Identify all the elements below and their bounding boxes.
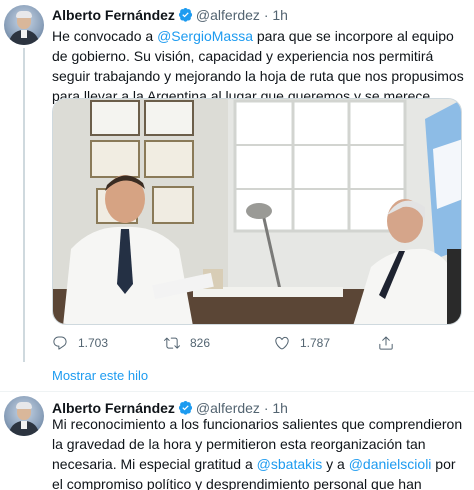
mention-link[interactable]: @SergioMassa [157, 28, 253, 44]
like-count: 1.787 [300, 336, 331, 350]
share-button[interactable] [378, 333, 404, 353]
heart-icon [275, 336, 289, 350]
thread-connector-line [23, 48, 25, 362]
reply-count: 1.703 [78, 336, 109, 350]
office-meeting-photo [53, 99, 461, 324]
reply-button[interactable]: 1.703 [52, 333, 108, 353]
avatar[interactable] [4, 5, 44, 45]
mention-link[interactable]: @sbatakis [257, 456, 323, 472]
retweet-button[interactable]: 826 [164, 333, 210, 353]
tweet-text: Mi reconocimiento a los funcionarios sal… [52, 416, 463, 490]
author-handle[interactable]: @alferdez [196, 7, 260, 23]
verified-badge-icon [178, 400, 192, 415]
verified-badge-icon [178, 7, 192, 22]
separator-dot: · [263, 7, 269, 23]
tweet-actions: 1.703 826 1.787 [52, 333, 462, 353]
tweet-header: Alberto Fernández @alferdez · 1h [52, 7, 288, 24]
mention-link[interactable]: @danielscioli [349, 456, 432, 472]
avatar[interactable] [4, 396, 44, 436]
timestamp[interactable]: 1h [272, 7, 288, 23]
tweet[interactable]: Alberto Fernández @alferdez · 1h He convo… [0, 0, 474, 362]
tweet-photo[interactable] [52, 98, 462, 325]
tweet[interactable]: Alberto Fernández @alferdez · 1h Mi recon… [0, 392, 474, 490]
show-thread-link[interactable]: Mostrar este hilo [52, 368, 148, 384]
reply-icon [53, 336, 67, 350]
tweet-text: He convocado a @SergioMassa para que se … [52, 28, 464, 104]
author-name[interactable]: Alberto Fernández [52, 7, 175, 23]
share-icon [379, 336, 393, 350]
retweet-count: 826 [190, 336, 211, 350]
like-button[interactable]: 1.787 [274, 333, 330, 353]
retweet-icon [164, 337, 180, 349]
